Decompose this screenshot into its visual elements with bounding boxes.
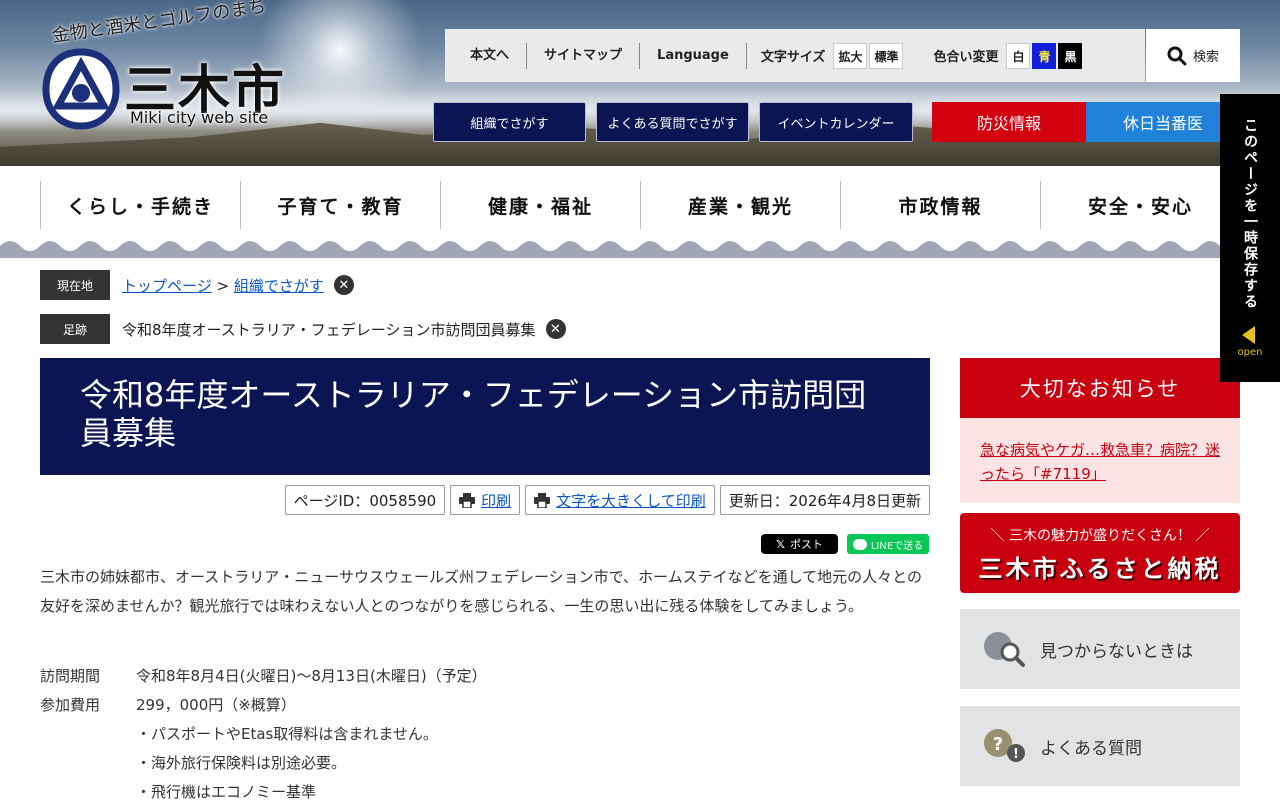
color-black-button[interactable]: 黒 xyxy=(1058,42,1083,69)
search-label: 検索 xyxy=(1192,50,1219,65)
faq-label: よくある質問 xyxy=(1040,738,1142,759)
important-notice: 大切なお知らせ 急な病気やケガ…救急車？病院？迷ったら「#7119」 xyxy=(960,358,1240,503)
close-icon[interactable]: ✕ xyxy=(333,275,354,295)
faq-card[interactable]: ? ! よくある質問 xyxy=(960,706,1240,786)
detail-row: 訪問期間 令和8年8月4日(火曜日)～8月13日(木曜日)（予定） xyxy=(40,662,930,691)
large-print-button[interactable]: 文字を大きくして印刷 xyxy=(525,485,715,515)
detail-term xyxy=(40,778,136,800)
nav-living[interactable]: くらし・手続き xyxy=(40,181,240,229)
font-size-label: 文字サイズ xyxy=(760,50,826,65)
printer-icon xyxy=(459,492,476,508)
site-subtitle: Miki city web site xyxy=(130,108,269,127)
catchphrase: 金物と酒米とゴルフのまち xyxy=(50,0,268,47)
site-logo[interactable]: 金物と酒米とゴルフのまち 三木市 Miki city web site xyxy=(40,0,300,138)
nav-childcare[interactable]: 子育て・教育 xyxy=(240,181,440,229)
print-link[interactable]: 印刷 xyxy=(481,490,511,511)
city-emblem-icon xyxy=(42,48,120,130)
global-nav: くらし・手続き 子育て・教育 健康・福祉 産業・観光 市政情報 安全・安心 xyxy=(40,181,1240,229)
color-change-label: 色合い変更 xyxy=(933,50,999,65)
detail-row: 参加費用 299，000円（※概算） xyxy=(40,691,930,720)
search-icon xyxy=(1167,46,1187,65)
footprint-tag: 足跡 xyxy=(40,314,110,344)
detail-desc: ・飛行機はエコノミー基準 xyxy=(136,783,317,800)
breadcrumb: 現在地 トップページ > 組織でさがす ✕ xyxy=(40,270,354,300)
nav-safety[interactable]: 安全・安心 xyxy=(1040,181,1240,229)
line-share-label: LINEで送る xyxy=(870,540,924,552)
x-logo-icon: 𝕏 xyxy=(776,537,785,551)
page-title: 令和8年度オーストラリア・フェデレーション市訪問団員募集 xyxy=(40,358,930,475)
search-button[interactable]: 検索 xyxy=(1146,29,1240,82)
furusato-banner[interactable]: ＼ 三木の魅力が盛りだくさん！ ／ 三木市ふるさと納税 xyxy=(960,513,1240,593)
not-found-card[interactable]: 見つからないときは xyxy=(960,609,1240,689)
large-print-link[interactable]: 文字を大きくして印刷 xyxy=(556,490,706,511)
detail-term: 訪問期間 xyxy=(40,667,101,685)
breadcrumb-separator: > xyxy=(216,276,230,295)
arrow-left-icon xyxy=(1242,326,1255,344)
print-button[interactable]: 印刷 xyxy=(450,485,521,515)
quick-nav: 組織でさがす よくある質問でさがす イベントカレンダー xyxy=(433,102,913,142)
detail-row: ・飛行機はエコノミー基準 xyxy=(40,778,930,800)
share-buttons: 𝕏 ポスト LINEで送る xyxy=(761,534,929,554)
intro-text: 三木市の姉妹都市、オーストラリア・ニューサウスウェールズ州フェデレーション市で、… xyxy=(40,568,923,615)
color-white-button[interactable]: 白 xyxy=(1006,42,1031,69)
save-page-tab[interactable]: このページを一時保存する open xyxy=(1220,94,1280,382)
notice-link[interactable]: 急な病気やケガ…救急車？病院？迷ったら「#7119」 xyxy=(980,441,1220,483)
faq-question-icon: ? ! xyxy=(984,729,1025,762)
notice-body: 急な病気やケガ…救急車？病院？迷ったら「#7119」 xyxy=(960,418,1240,503)
nav-city-info[interactable]: 市政情報 xyxy=(840,181,1040,229)
nav-industry[interactable]: 産業・観光 xyxy=(640,181,840,229)
disaster-info-button[interactable]: 防災情報 xyxy=(932,102,1086,142)
header: 金物と酒米とゴルフのまち 三木市 Miki city web site 本文へ … xyxy=(0,0,1280,166)
font-size-standard-button[interactable]: 標準 xyxy=(869,42,904,69)
nav-health[interactable]: 健康・福祉 xyxy=(440,181,640,229)
detail-term: 参加費用 xyxy=(40,696,101,714)
svg-text:?: ? xyxy=(993,734,1003,755)
current-location-tag: 現在地 xyxy=(40,270,110,300)
save-page-label: このページを一時保存する xyxy=(1242,118,1258,310)
language-link[interactable]: Language xyxy=(640,42,747,69)
line-share-button[interactable]: LINEで送る xyxy=(847,534,929,554)
printer-icon xyxy=(534,492,551,508)
open-label: open xyxy=(1237,347,1263,358)
notice-title: 大切なお知らせ xyxy=(960,358,1240,418)
skip-to-content-link[interactable]: 本文へ xyxy=(445,42,528,69)
detail-term xyxy=(40,720,136,749)
updated-date: 更新日：2026年4月8日更新 xyxy=(719,485,930,515)
line-logo-icon xyxy=(852,538,867,550)
detail-row: ・パスポートやEtas取得料は含まれません。 xyxy=(40,720,930,749)
font-size-enlarge-button[interactable]: 拡大 xyxy=(833,42,868,69)
x-post-button[interactable]: 𝕏 ポスト xyxy=(761,534,838,554)
search-magnifier-icon xyxy=(984,632,1025,667)
close-icon[interactable]: ✕ xyxy=(545,319,566,339)
holiday-doctor-button[interactable]: 休日当番医 xyxy=(1086,102,1240,142)
detail-term xyxy=(40,749,136,778)
furusato-catch: ＼ 三木の魅力が盛りだくさん！ ／ xyxy=(990,528,1210,544)
event-calendar-button[interactable]: イベントカレンダー xyxy=(759,102,913,142)
breadcrumb-top-link[interactable]: トップページ xyxy=(122,277,212,295)
search-by-faq-button[interactable]: よくある質問でさがす xyxy=(596,102,749,142)
detail-desc: ・海外旅行保険料は別途必要。 xyxy=(136,754,347,772)
color-blue-button[interactable]: 青 xyxy=(1032,42,1057,69)
not-found-label: 見つからないときは xyxy=(1040,641,1193,662)
search-by-organization-button[interactable]: 組織でさがす xyxy=(433,102,586,142)
page-id: ページID：0058590 xyxy=(284,485,446,515)
detail-desc: 令和8年8月4日(火曜日)～8月13日(木曜日)（予定） xyxy=(136,667,487,685)
wave-divider xyxy=(0,241,1280,258)
furusato-title: 三木市ふるさと納税 xyxy=(978,555,1222,583)
breadcrumb-trail: トップページ > 組織でさがす xyxy=(122,275,324,296)
breadcrumb-section-link[interactable]: 組織でさがす xyxy=(234,277,324,295)
svg-text:!: ! xyxy=(1013,747,1019,762)
x-post-label: ポスト xyxy=(789,538,823,551)
sitemap-link[interactable]: サイトマップ xyxy=(527,42,641,69)
utility-bar: 本文へ サイトマップ Language 文字サイズ 拡大 標準 色合い変更 白 … xyxy=(445,29,1145,82)
footprint: 足跡 令和8年度オーストラリア・フェデレーション市訪問団員募集 ✕ xyxy=(40,314,566,344)
detail-desc: ・パスポートやEtas取得料は含まれません。 xyxy=(136,725,438,743)
footprint-item[interactable]: 令和8年度オーストラリア・フェデレーション市訪問団員募集 xyxy=(122,319,536,340)
page-meta: ページID：0058590 印刷 文字を大きくして印刷 更新日：2026年4月8… xyxy=(284,485,930,515)
detail-desc: 299，000円（※概算） xyxy=(136,696,296,714)
details-list: 訪問期間 令和8年8月4日(火曜日)～8月13日(木曜日)（予定） 参加費用 2… xyxy=(40,662,930,800)
detail-row: ・海外旅行保険料は別途必要。 xyxy=(40,749,930,778)
